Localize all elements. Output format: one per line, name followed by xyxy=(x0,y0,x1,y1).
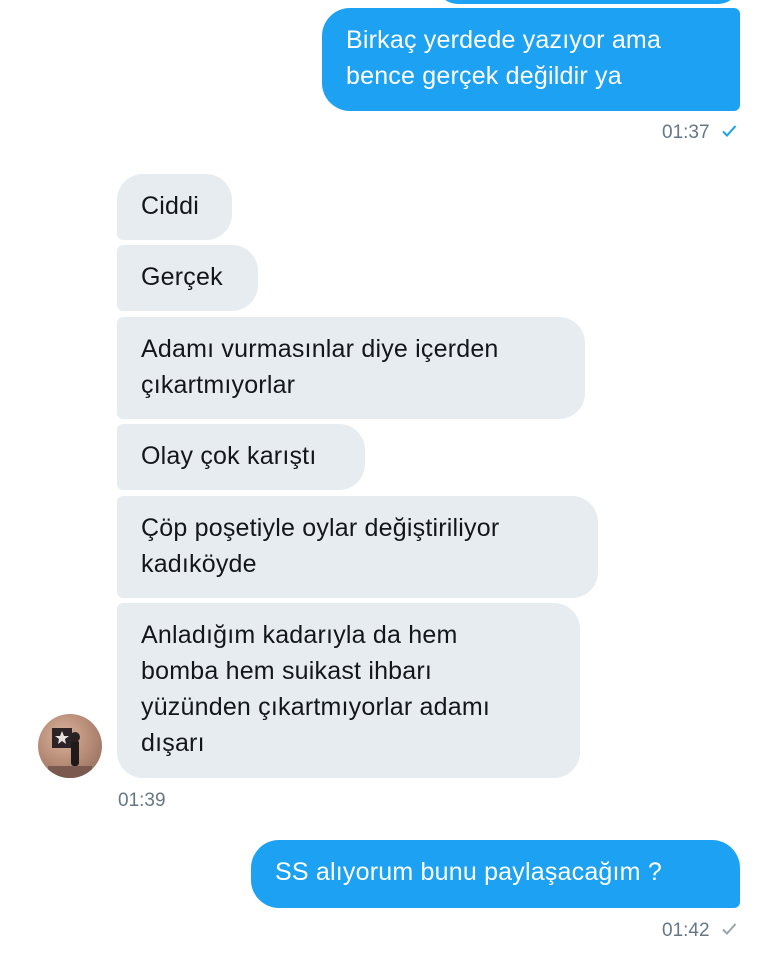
message-text-line: dışarı xyxy=(141,729,205,757)
message-text-line: çıkartmıyorlar xyxy=(141,371,296,399)
incoming-message-bubble[interactable]: Ciddi xyxy=(117,174,232,240)
incoming-message-bubble[interactable]: Olay çok karıştı xyxy=(117,424,365,490)
previous-message-bubble-edge[interactable] xyxy=(436,0,740,4)
avatar[interactable] xyxy=(38,714,102,778)
message-timestamp: 01:42 xyxy=(662,920,737,942)
message-text-line: Anladığım kadarıyla da hem xyxy=(141,621,458,649)
message-text-line: Çöp poşetiyle oylar değiştiriliyor xyxy=(141,514,500,542)
check-icon xyxy=(721,922,737,936)
message-text-line: Ciddi xyxy=(141,192,199,220)
timestamp-text: 01:39 xyxy=(118,790,166,811)
outgoing-message-bubble[interactable]: Birkaç yerdede yazıyor ama bence gerçek … xyxy=(322,8,740,111)
incoming-message-bubble[interactable]: Gerçek xyxy=(117,245,258,311)
message-timestamp: 01:37 xyxy=(662,122,737,144)
message-text-line: yüzünden çıkartmıyorlar adamı xyxy=(141,693,491,721)
message-timestamp: 01:39 xyxy=(118,790,166,812)
message-text-line: bence gerçek değildir ya xyxy=(346,62,622,90)
message-text-line: Adamı vurmasınlar diye içerden xyxy=(141,335,499,363)
message-text-line: bomba hem suikast ihbarı xyxy=(141,657,433,685)
outgoing-message-bubble[interactable]: SS alıyorum bunu paylaşacağım ? xyxy=(251,840,740,908)
conversation-thread: Birkaç yerdede yazıyor ama bence gerçek … xyxy=(0,0,778,960)
message-text-line: Olay çok karıştı xyxy=(141,442,317,470)
message-text-line: SS alıyorum bunu paylaşacağım ? xyxy=(275,858,662,886)
timestamp-text: 01:42 xyxy=(662,920,710,941)
timestamp-text: 01:37 xyxy=(662,122,710,143)
incoming-message-bubble[interactable]: Adamı vurmasınlar diye içerden çıkartmıy… xyxy=(117,317,585,419)
message-text-line: Birkaç yerdede yazıyor ama xyxy=(346,26,662,54)
avatar-photo xyxy=(48,728,92,778)
incoming-message-bubble[interactable]: Çöp poşetiyle oylar değiştiriliyor kadık… xyxy=(117,496,598,598)
message-text-line: Gerçek xyxy=(141,263,223,291)
check-icon xyxy=(721,124,737,138)
message-text-line: kadıköyde xyxy=(141,550,257,578)
incoming-message-bubble[interactable]: Anladığım kadarıyla da hem bomba hem sui… xyxy=(117,603,580,778)
